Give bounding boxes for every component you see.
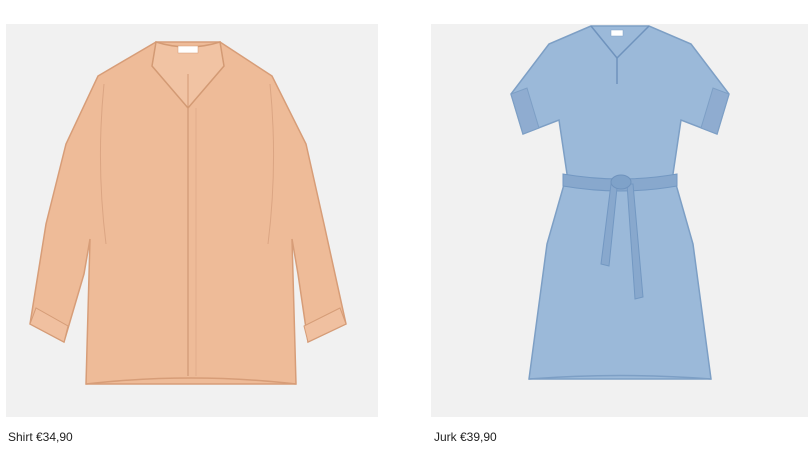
product-image-dress[interactable] (431, 24, 808, 417)
product-caption-dress[interactable]: Jurk €39,90 (434, 430, 497, 444)
product-card-dress[interactable]: Jurk €39,90 (431, 0, 808, 444)
dress-image (510, 25, 730, 380)
product-image-shirt[interactable] (6, 24, 378, 417)
shirt-image (29, 41, 347, 385)
product-caption-shirt[interactable]: Shirt €34,90 (8, 430, 73, 444)
product-card-shirt[interactable]: Shirt €34,90 (6, 0, 378, 444)
